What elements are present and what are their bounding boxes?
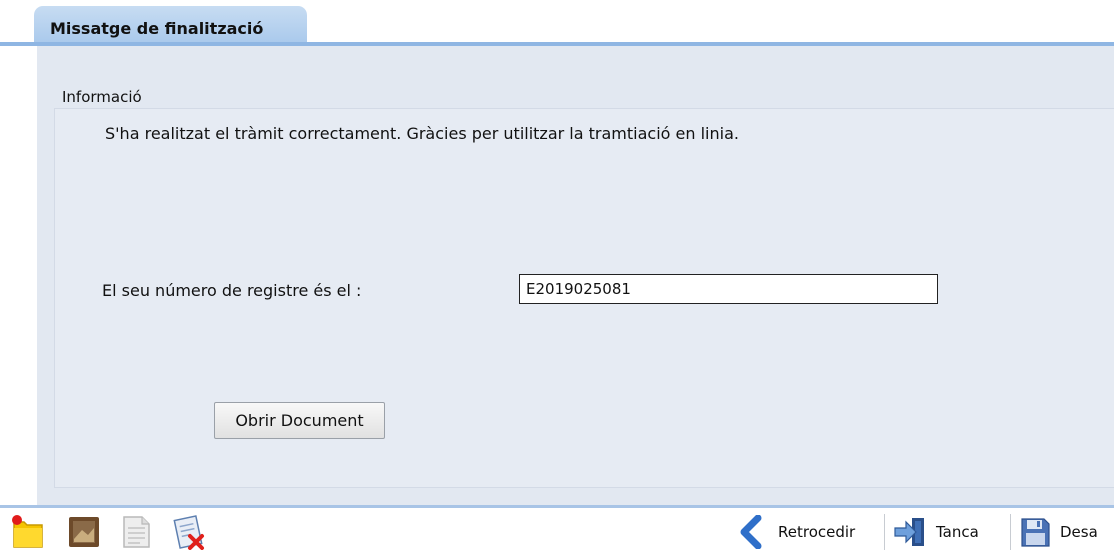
tab-finalization-message[interactable]: Missatge de finalització xyxy=(34,6,307,44)
open-document-button[interactable]: Obrir Document xyxy=(214,402,385,439)
back-arrow-icon xyxy=(736,514,770,550)
back-button[interactable]: Retrocedir xyxy=(736,512,855,552)
save-button[interactable]: Desa xyxy=(1018,512,1098,552)
image-frame-icon[interactable] xyxy=(66,514,102,550)
toolbar-separator xyxy=(1010,514,1011,550)
close-label: Tanca xyxy=(936,523,979,541)
success-message: S'ha realitzat el tràmit correctament. G… xyxy=(105,124,739,143)
delete-document-icon[interactable] xyxy=(170,514,206,550)
registry-number-label: El seu número de registre és el : xyxy=(102,281,362,300)
exit-arrow-icon xyxy=(892,515,928,549)
floppy-disk-icon xyxy=(1018,515,1052,549)
tab-title: Missatge de finalització xyxy=(50,19,264,38)
information-legend: Informació xyxy=(62,88,142,106)
toolbar-separator xyxy=(884,514,885,550)
registry-number-field[interactable] xyxy=(519,274,938,304)
new-note-icon[interactable] xyxy=(10,514,46,550)
back-label: Retrocedir xyxy=(778,523,856,541)
document-page-icon[interactable] xyxy=(118,514,154,550)
close-button[interactable]: Tanca xyxy=(892,512,979,552)
finalization-window: Missatge de finalització Informació S'ha… xyxy=(0,0,1114,555)
bottom-toolbar: Retrocedir Tanca Desa xyxy=(0,508,1114,555)
save-label: Desa xyxy=(1060,523,1098,541)
